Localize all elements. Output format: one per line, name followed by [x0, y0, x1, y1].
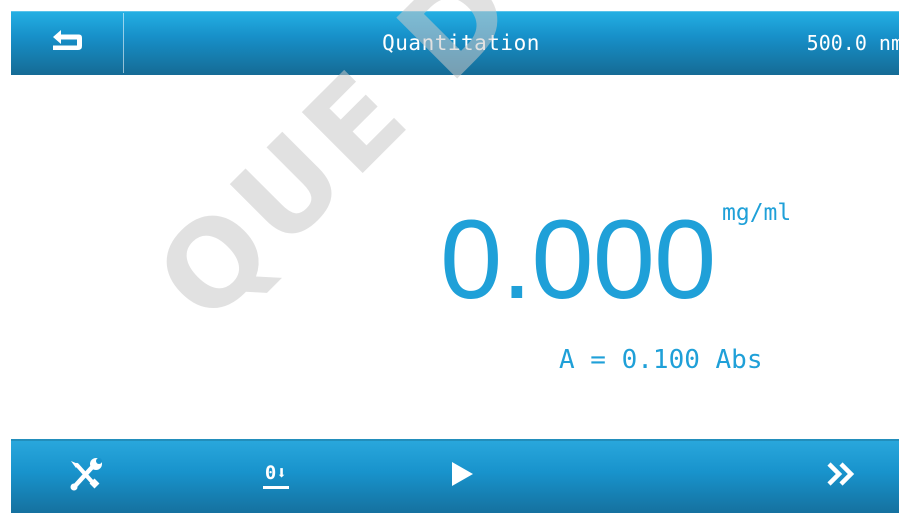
play-icon [446, 459, 476, 493]
back-button[interactable] [11, 11, 123, 75]
quantitation-screen: Quantitation 500.0 nm 0.000 mg/ml A = 0.… [0, 0, 899, 513]
double-chevron-right-icon [825, 461, 857, 491]
start-measurement-button[interactable] [421, 439, 501, 513]
down-arrow-icon: ⬇ [276, 463, 288, 484]
wavelength-readout: 500.0 nm [806, 31, 899, 55]
header-divider [123, 13, 124, 73]
absorbance-readout: A = 0.100 Abs [559, 345, 763, 375]
page-title: Quantitation [382, 31, 540, 55]
bottom-toolbar: 0⬇ [11, 439, 899, 513]
next-page-button[interactable] [801, 439, 881, 513]
zero-blank-icon: 0⬇ [262, 462, 290, 489]
return-arrow-icon [49, 28, 85, 58]
zero-label: 0 [264, 462, 277, 484]
settings-button[interactable] [51, 439, 121, 513]
zero-blank-button[interactable]: 0⬇ [236, 439, 316, 513]
measurement-panel: 0.000 mg/ml A = 0.100 Abs [0, 75, 899, 439]
top-strip [0, 0, 899, 11]
concentration-value: 0.000 [440, 197, 716, 322]
tools-icon [66, 456, 106, 496]
header-bar: Quantitation 500.0 nm [11, 11, 899, 75]
concentration-unit: mg/ml [722, 200, 792, 226]
